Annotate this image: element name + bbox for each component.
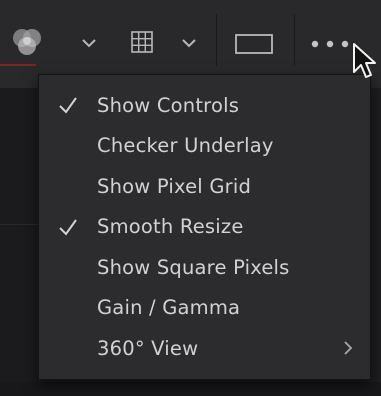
menu-item-label: Smooth Resize [97, 215, 244, 239]
chevron-down-icon [182, 39, 196, 48]
menu-item-gain-gamma[interactable]: Gain / Gamma [39, 288, 370, 329]
divider [0, 224, 38, 225]
color-channels-dropdown[interactable] [76, 30, 102, 56]
menu-item-show-controls[interactable]: Show Controls [39, 85, 370, 126]
chevron-right-icon [344, 341, 353, 355]
menu-item-360-view[interactable]: 360° View [39, 328, 370, 369]
menu-item-label: 360° View [97, 336, 199, 360]
bottom-strip [0, 382, 381, 396]
menu-item-label: Checker Underlay [97, 134, 274, 158]
more-options-button[interactable] [306, 30, 356, 58]
grid-icon [131, 31, 153, 53]
menu-item-label: Show Pixel Grid [97, 174, 252, 198]
menu-item-label: Gain / Gamma [97, 296, 241, 320]
menu-item-smooth-resize[interactable]: Smooth Resize [39, 207, 370, 248]
menu-item-show-square-pixels[interactable]: Show Square Pixels [39, 247, 370, 288]
menu-item-show-pixel-grid[interactable]: Show Pixel Grid [39, 166, 370, 207]
mouse-cursor-icon [353, 43, 376, 78]
chevron-down-icon [82, 39, 96, 48]
checkmark-icon [59, 97, 77, 114]
toolbar-divider [216, 14, 217, 66]
color-channels-icon [13, 29, 41, 55]
color-channels-button[interactable] [6, 22, 48, 62]
viewer-panel: Show Controls Checker Underlay Show Pixe… [0, 0, 381, 396]
checkmark-icon [59, 219, 77, 236]
more-options-icon [311, 40, 349, 48]
frame-rectangle-icon [235, 34, 273, 54]
frame-button[interactable] [230, 26, 278, 62]
side-strip [0, 88, 38, 396]
menu-item-label: Show Controls [97, 93, 240, 117]
playhead-marker [0, 64, 36, 66]
grid-dropdown[interactable] [176, 30, 202, 56]
viewer-options-menu: Show Controls Checker Underlay Show Pixe… [38, 74, 371, 380]
menu-item-label: Show Square Pixels [97, 255, 290, 279]
grid-button[interactable] [122, 22, 162, 62]
toolbar-divider [294, 14, 295, 66]
menu-item-checker-underlay[interactable]: Checker Underlay [39, 126, 370, 167]
